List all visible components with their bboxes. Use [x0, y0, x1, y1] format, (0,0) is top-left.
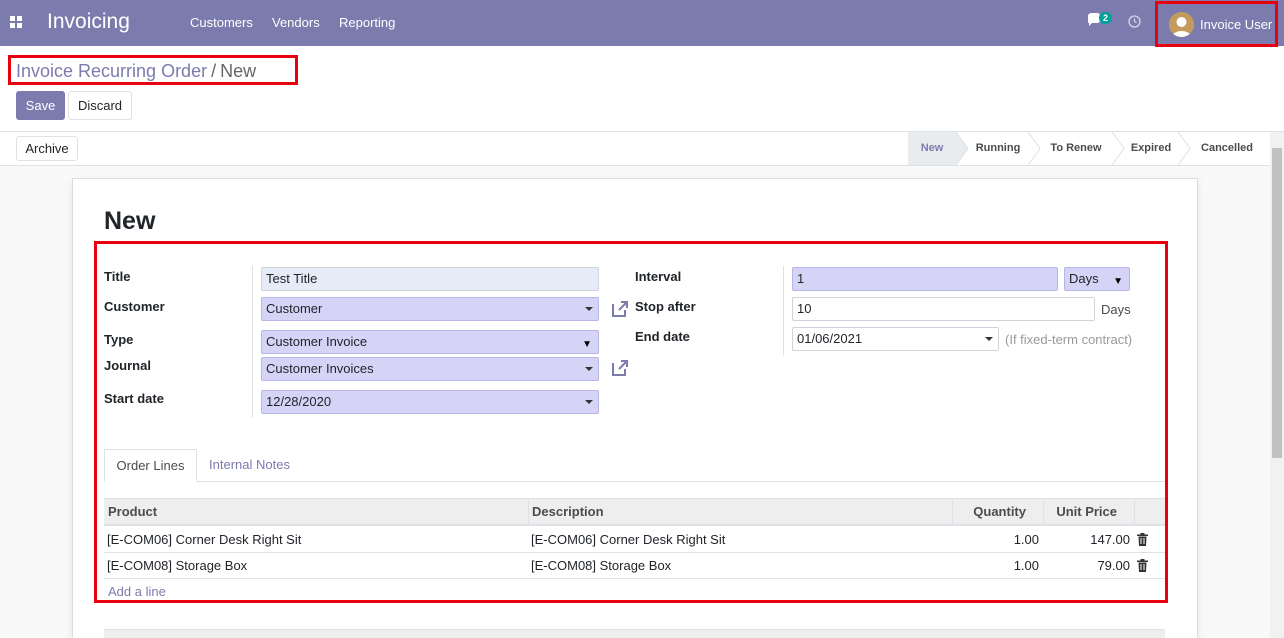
clock-icon[interactable]: [1128, 15, 1141, 28]
archive-button[interactable]: Archive: [16, 136, 78, 161]
breadcrumb-highlight: Invoice Recurring Order / New: [8, 55, 298, 85]
chat-count-badge: 2: [1099, 12, 1113, 24]
form-highlight: [94, 241, 1168, 603]
apps-grid-icon[interactable]: [10, 16, 23, 29]
avatar: [1169, 12, 1194, 37]
stage-arrow-icon: [956, 132, 968, 165]
user-name: Invoice User: [1200, 17, 1273, 32]
user-menu[interactable]: Invoice User: [1155, 1, 1278, 47]
discard-button[interactable]: Discard: [68, 91, 132, 120]
breadcrumb-separator: /: [211, 61, 217, 81]
breadcrumb-parent[interactable]: Invoice Recurring Order: [16, 61, 207, 81]
breadcrumb: Invoice Recurring Order / New: [16, 61, 256, 82]
menu-customers[interactable]: Customers: [190, 15, 253, 30]
stage-expired[interactable]: Expired: [1124, 132, 1178, 165]
stage-cancelled[interactable]: Cancelled: [1192, 132, 1262, 165]
scrollbar[interactable]: [1270, 132, 1284, 638]
app-brand[interactable]: Invoicing: [47, 10, 130, 34]
stage-to-renew[interactable]: To Renew: [1040, 132, 1112, 165]
scrollbar-thumb[interactable]: [1272, 148, 1282, 458]
menu-reporting[interactable]: Reporting: [339, 15, 395, 30]
top-navbar: Invoicing Customers Vendors Reporting 2 …: [0, 0, 1284, 47]
breadcrumb-current: New: [220, 61, 257, 81]
menu-vendors[interactable]: Vendors: [272, 15, 320, 30]
record-title: New: [104, 207, 156, 235]
status-bar: Archive New Running To Renew Expired Can…: [0, 132, 1270, 166]
stage-running[interactable]: Running: [968, 132, 1028, 165]
next-section-bar: [104, 629, 1165, 638]
stage-arrow-icon: [1112, 132, 1124, 165]
stage-new[interactable]: New: [908, 132, 956, 165]
stage-arrow-icon: [1178, 132, 1190, 165]
stage-arrow-icon: [1028, 132, 1040, 165]
save-button[interactable]: Save: [16, 91, 65, 120]
